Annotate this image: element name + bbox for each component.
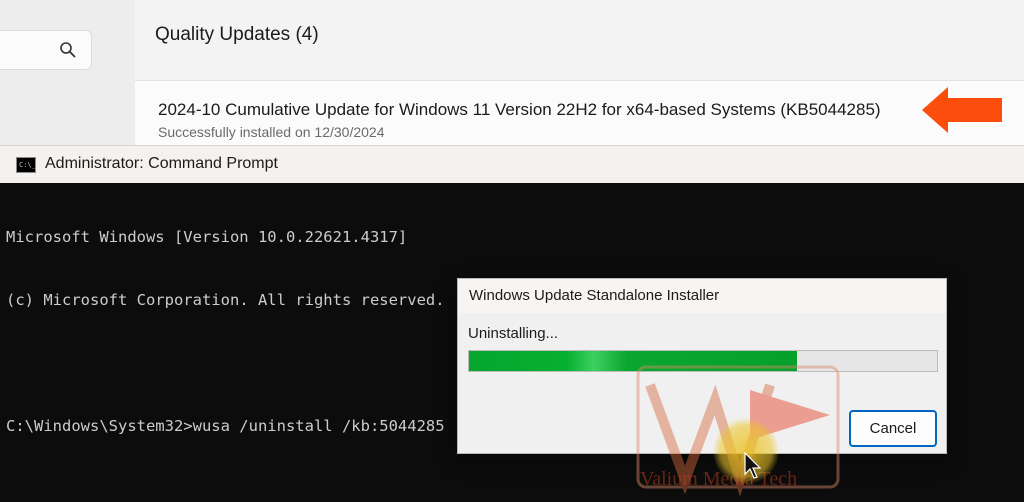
section-title: Quality Updates (4) [155, 24, 319, 45]
cmd-line: C:\Windows\System32>wusa /uninstall /kb:… [6, 417, 445, 435]
watermark-text: Valium Media Tech [640, 468, 798, 490]
update-status: Successfully installed on 12/30/2024 [158, 124, 385, 140]
update-history-item[interactable]: 2024-10 Cumulative Update for Windows 11… [135, 80, 1024, 151]
dialog-title: Windows Update Standalone Installer [469, 287, 720, 304]
cancel-button[interactable]: Cancel [849, 410, 937, 447]
cmd-line: Microsoft Windows [Version 10.0.22621.43… [6, 228, 408, 246]
search-icon[interactable] [59, 41, 77, 59]
cmd-output[interactable]: Microsoft Windows [Version 10.0.22621.43… [6, 185, 445, 479]
dialog-titlebar[interactable]: Windows Update Standalone Installer [458, 279, 946, 313]
cmd-line [6, 353, 445, 374]
cmd-icon: C:\_ [16, 157, 36, 173]
settings-sidebar [0, 0, 135, 150]
mouse-cursor-icon [744, 452, 762, 479]
uninstall-status-label: Uninstalling... [468, 325, 559, 342]
arrow-pointer-icon [922, 87, 1002, 133]
cmd-line: (c) Microsoft Corporation. All rights re… [6, 291, 445, 309]
update-title: 2024-10 Cumulative Update for Windows 11… [158, 100, 881, 119]
settings-search-box[interactable] [0, 30, 92, 70]
cmd-window-title: Administrator: Command Prompt [45, 155, 278, 172]
cmd-titlebar[interactable]: C:\_ Administrator: Command Prompt [0, 145, 1024, 183]
